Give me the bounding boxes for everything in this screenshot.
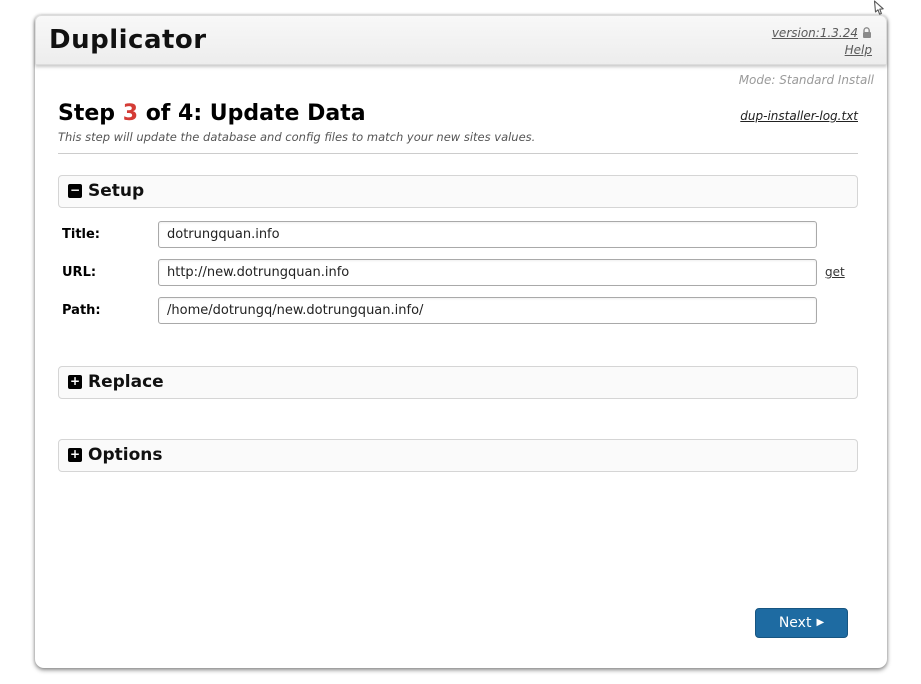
replace-panel-label: Replace bbox=[88, 372, 164, 392]
app-title: Duplicator bbox=[49, 25, 207, 55]
version-link[interactable]: version:1.3.24 bbox=[772, 26, 858, 40]
expand-icon[interactable]: + bbox=[68, 448, 82, 462]
installer-window: Duplicator version:1.3.24 Help Mode: Sta… bbox=[35, 15, 887, 668]
lock-icon bbox=[862, 27, 872, 39]
collapse-icon[interactable]: − bbox=[68, 184, 82, 198]
page-title: Step 3 of 4: Update Data bbox=[58, 101, 366, 126]
header-bar: Duplicator version:1.3.24 Help bbox=[35, 15, 887, 65]
url-row: URL: get bbox=[58, 258, 858, 286]
step-number: 3 bbox=[123, 101, 138, 126]
options-panel-label: Options bbox=[88, 445, 162, 465]
title-row: Title: bbox=[58, 220, 858, 248]
title-input[interactable] bbox=[158, 221, 817, 248]
options-panel-header[interactable]: + Options bbox=[58, 439, 858, 472]
step-heading-row: Step 3 of 4: Update Data dup-installer-l… bbox=[58, 101, 858, 126]
step-subtitle: This step will update the database and c… bbox=[58, 130, 858, 144]
install-mode-label: Mode: Standard Install bbox=[58, 65, 874, 87]
url-label: URL: bbox=[58, 265, 158, 280]
next-arrow-icon: ▶ bbox=[816, 618, 824, 628]
setup-panel-label: Setup bbox=[88, 181, 144, 201]
help-link[interactable]: Help bbox=[845, 43, 872, 57]
setup-form: Title: URL: get Path: bbox=[58, 220, 858, 324]
step-suffix: of 4: Update Data bbox=[146, 101, 366, 126]
divider bbox=[58, 153, 858, 154]
next-button-label: Next bbox=[779, 615, 812, 631]
path-label: Path: bbox=[58, 303, 158, 318]
path-row: Path: bbox=[58, 296, 858, 324]
footer-actions: Next ▶ bbox=[648, 608, 848, 638]
next-button[interactable]: Next ▶ bbox=[755, 608, 848, 638]
get-url-link[interactable]: get bbox=[825, 265, 845, 279]
content-area: Mode: Standard Install Step 3 of 4: Upda… bbox=[35, 65, 887, 472]
url-input[interactable] bbox=[158, 259, 817, 286]
replace-panel-header[interactable]: + Replace bbox=[58, 366, 858, 399]
setup-panel-header[interactable]: − Setup bbox=[58, 175, 858, 208]
header-links: version:1.3.24 Help bbox=[772, 24, 872, 57]
expand-icon[interactable]: + bbox=[68, 375, 82, 389]
installer-log-link[interactable]: dup-installer-log.txt bbox=[740, 109, 858, 123]
step-prefix: Step bbox=[58, 101, 115, 126]
path-input[interactable] bbox=[158, 297, 817, 324]
title-label: Title: bbox=[58, 227, 158, 242]
